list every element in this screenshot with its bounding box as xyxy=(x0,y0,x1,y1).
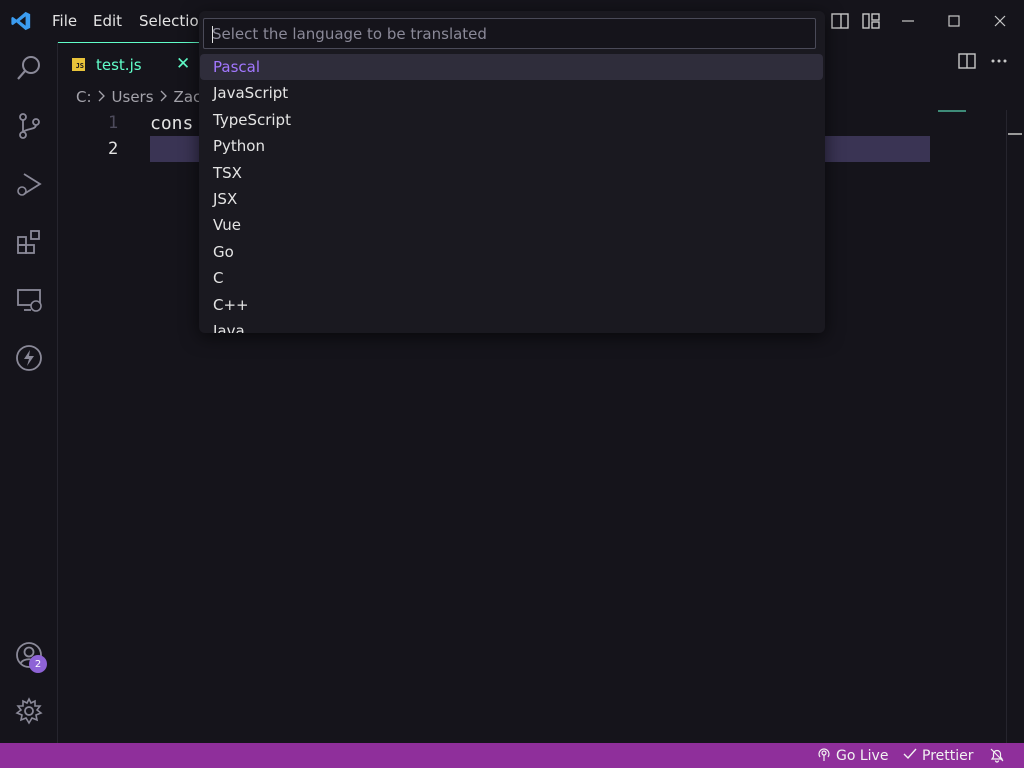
status-bar: Go Live Prettier xyxy=(0,743,1024,768)
notifications-bell-icon[interactable] xyxy=(989,747,1005,763)
split-editor-icon[interactable] xyxy=(958,52,976,74)
customize-layout-icon[interactable] xyxy=(859,10,883,32)
language-item-tsx[interactable]: TSX xyxy=(200,160,823,186)
activity-bar xyxy=(0,42,58,743)
language-item-c[interactable]: C xyxy=(200,265,823,291)
chevron-right-icon xyxy=(160,88,168,106)
settings-gear-icon[interactable] xyxy=(12,694,46,728)
line-number: 2 xyxy=(108,139,119,159)
close-window-icon[interactable] xyxy=(988,10,1012,32)
language-item-javascript[interactable]: JavaScript xyxy=(200,80,823,106)
language-item-go[interactable]: Go xyxy=(200,239,823,265)
more-actions-icon[interactable] xyxy=(990,52,1008,74)
lightning-icon[interactable] xyxy=(12,341,46,375)
breadcrumb-item[interactable]: C: xyxy=(76,88,92,106)
language-item-java[interactable]: Java xyxy=(200,318,823,333)
go-live-button[interactable]: Go Live xyxy=(817,747,888,765)
minimap[interactable] xyxy=(938,110,966,112)
minimize-icon[interactable] xyxy=(896,10,920,32)
maximize-icon[interactable] xyxy=(942,10,966,32)
prettier-button[interactable]: Prettier xyxy=(903,747,974,765)
chevron-right-icon xyxy=(98,88,106,106)
language-quick-pick: Pascal JavaScript TypeScript Python TSX … xyxy=(199,11,825,333)
broadcast-icon xyxy=(817,747,831,765)
vertical-scrollbar[interactable] xyxy=(1006,110,1007,743)
menu-file[interactable]: File xyxy=(52,12,77,30)
prettier-label: Prettier xyxy=(922,748,974,764)
accounts-badge: 2 xyxy=(29,655,47,673)
language-item-jsx[interactable]: JSX xyxy=(200,186,823,212)
extensions-icon[interactable] xyxy=(12,225,46,259)
check-icon xyxy=(903,747,917,765)
run-debug-icon[interactable] xyxy=(12,167,46,201)
language-search-box[interactable] xyxy=(203,18,816,49)
toggle-sidebar-icon[interactable] xyxy=(828,10,852,32)
line-number: 1 xyxy=(108,113,119,133)
tab-close-icon[interactable]: ✕ xyxy=(176,54,190,74)
source-control-icon[interactable] xyxy=(12,109,46,143)
language-item-vue[interactable]: Vue xyxy=(200,212,823,238)
menu-selection[interactable]: Selectio xyxy=(139,12,199,30)
language-search-input[interactable] xyxy=(204,19,815,48)
language-item-python[interactable]: Python xyxy=(200,133,823,159)
breadcrumb-item[interactable]: Users xyxy=(112,88,154,106)
search-icon[interactable] xyxy=(12,51,46,85)
language-item-cpp[interactable]: C++ xyxy=(200,292,823,318)
vscode-logo-icon xyxy=(10,10,32,32)
menu-edit[interactable]: Edit xyxy=(93,12,122,30)
text-caret xyxy=(212,26,213,43)
go-live-label: Go Live xyxy=(836,748,889,764)
language-list: Pascal JavaScript TypeScript Python TSX … xyxy=(199,54,825,333)
remote-explorer-icon[interactable] xyxy=(12,283,46,317)
javascript-file-icon: JS xyxy=(72,58,85,71)
tab-test-js[interactable]: JS test.js ✕ xyxy=(58,42,203,84)
scrollbar-cursor-marker xyxy=(1008,133,1022,135)
code-line[interactable]: cons xyxy=(150,113,193,134)
editor-actions xyxy=(958,52,1008,74)
breadcrumb: C: Users Zacl xyxy=(76,88,205,106)
language-item-typescript[interactable]: TypeScript xyxy=(200,107,823,133)
language-item-pascal[interactable]: Pascal xyxy=(200,54,823,80)
tab-label: test.js xyxy=(96,56,142,74)
